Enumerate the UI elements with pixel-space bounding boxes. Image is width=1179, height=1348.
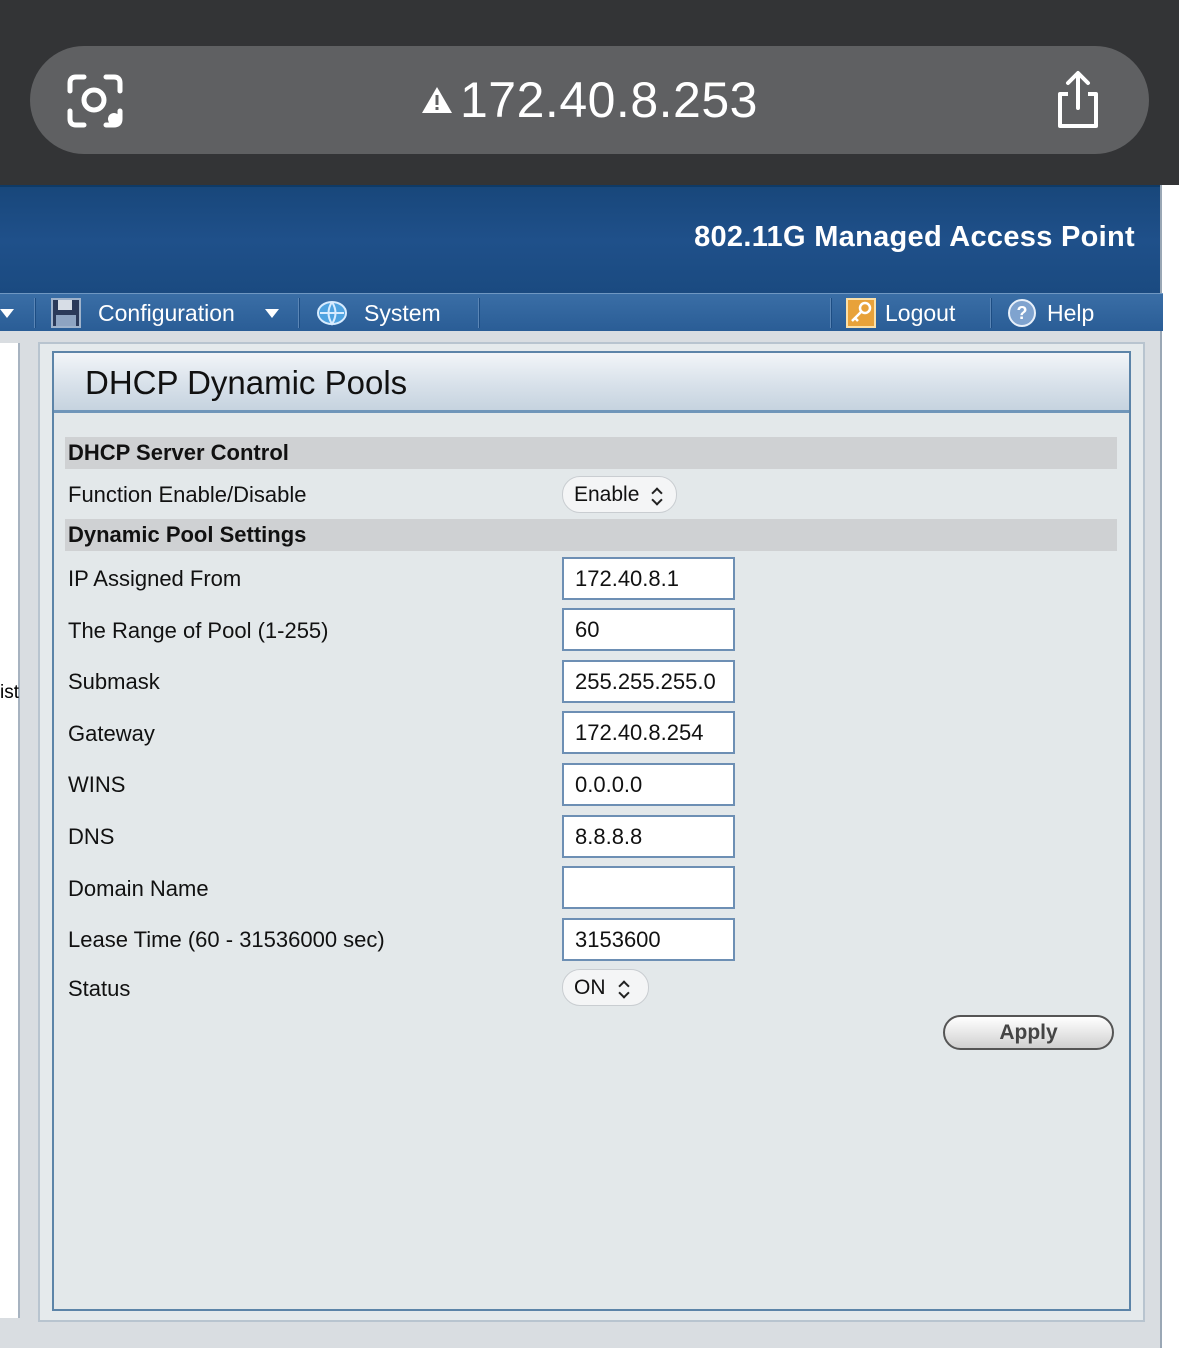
dns-input[interactable]: 8.8.8.8 <box>562 815 735 858</box>
submask-input[interactable]: 255.255.255.0 <box>562 660 735 703</box>
menu-system-label: System <box>364 299 441 326</box>
lease-time-input[interactable]: 3153600 <box>562 918 735 961</box>
chevron-down-icon <box>264 308 279 318</box>
menu-configuration[interactable]: Configuration <box>50 294 279 332</box>
menu-separator <box>990 298 992 328</box>
warning-icon <box>422 87 452 113</box>
pool-range-label: The Range of Pool (1-255) <box>68 618 329 643</box>
share-icon[interactable] <box>1050 70 1106 132</box>
select-arrows-icon <box>651 485 664 506</box>
submask-label: Submask <box>68 669 160 694</box>
floppy-disk-icon <box>51 298 81 328</box>
left-panel-truncated-text: ist <box>0 682 19 703</box>
page-header: 802.11G Managed Access Point <box>0 185 1163 295</box>
url-text: 172.40.8.253 <box>460 72 758 128</box>
domain-name-input[interactable] <box>562 866 735 909</box>
device-title: 802.11G Managed Access Point <box>694 221 1135 253</box>
menu-help-label: Help <box>1047 299 1095 326</box>
dns-label: DNS <box>68 824 115 849</box>
section-pool-settings: Dynamic Pool Settings <box>65 519 1117 551</box>
status-select-value: ON <box>574 975 606 999</box>
apply-button[interactable]: Apply <box>943 1015 1114 1050</box>
function-label: Function Enable/Disable <box>68 482 307 507</box>
menu-dropdown-arrow[interactable] <box>0 294 14 332</box>
menu-separator <box>298 298 300 328</box>
key-icon <box>846 298 876 328</box>
menu-separator <box>478 298 480 328</box>
browser-toolbar: 172.40.8.253 <box>0 0 1179 185</box>
menu-logout[interactable]: Logout <box>846 294 955 332</box>
menu-system[interactable]: System <box>315 294 441 332</box>
function-select-value: Enable <box>574 482 640 506</box>
url-display[interactable]: 172.40.8.253 <box>420 70 758 130</box>
ip-assigned-from-input[interactable]: 172.40.8.1 <box>562 557 735 600</box>
gateway-label: Gateway <box>68 721 155 746</box>
domain-name-label: Domain Name <box>68 876 209 901</box>
menu-separator <box>830 298 832 328</box>
right-frame-edge <box>1160 185 1179 1348</box>
menu-help[interactable]: ? Help <box>1006 294 1094 332</box>
gateway-input[interactable]: 172.40.8.254 <box>562 711 735 754</box>
status-label: Status <box>68 976 131 1001</box>
camera-lens-icon[interactable] <box>66 73 124 129</box>
section-server-control: DHCP Server Control <box>65 437 1117 469</box>
svg-text:?: ? <box>1017 303 1028 323</box>
lease-time-label: Lease Time (60 - 31536000 sec) <box>68 927 385 952</box>
panel-header: DHCP Dynamic Pools <box>54 353 1129 413</box>
system-globe-icon <box>317 301 347 326</box>
menu-separator <box>34 298 36 328</box>
pool-range-input[interactable]: 60 <box>562 608 735 651</box>
wins-label: WINS <box>68 772 126 797</box>
menu-logout-label: Logout <box>885 299 956 326</box>
help-icon: ? <box>1008 299 1036 327</box>
wins-input[interactable]: 0.0.0.0 <box>562 763 735 806</box>
function-select[interactable]: Enable <box>562 476 677 513</box>
select-arrows-icon <box>617 978 630 999</box>
page-title: DHCP Dynamic Pools <box>85 364 408 401</box>
ip-assigned-from-label: IP Assigned From <box>68 566 242 591</box>
menu-configuration-label: Configuration <box>98 299 235 326</box>
menu-bar: Configuration System Logout ? Help <box>0 293 1163 331</box>
left-tree-panel <box>0 343 20 1318</box>
status-select[interactable]: ON <box>562 969 649 1006</box>
